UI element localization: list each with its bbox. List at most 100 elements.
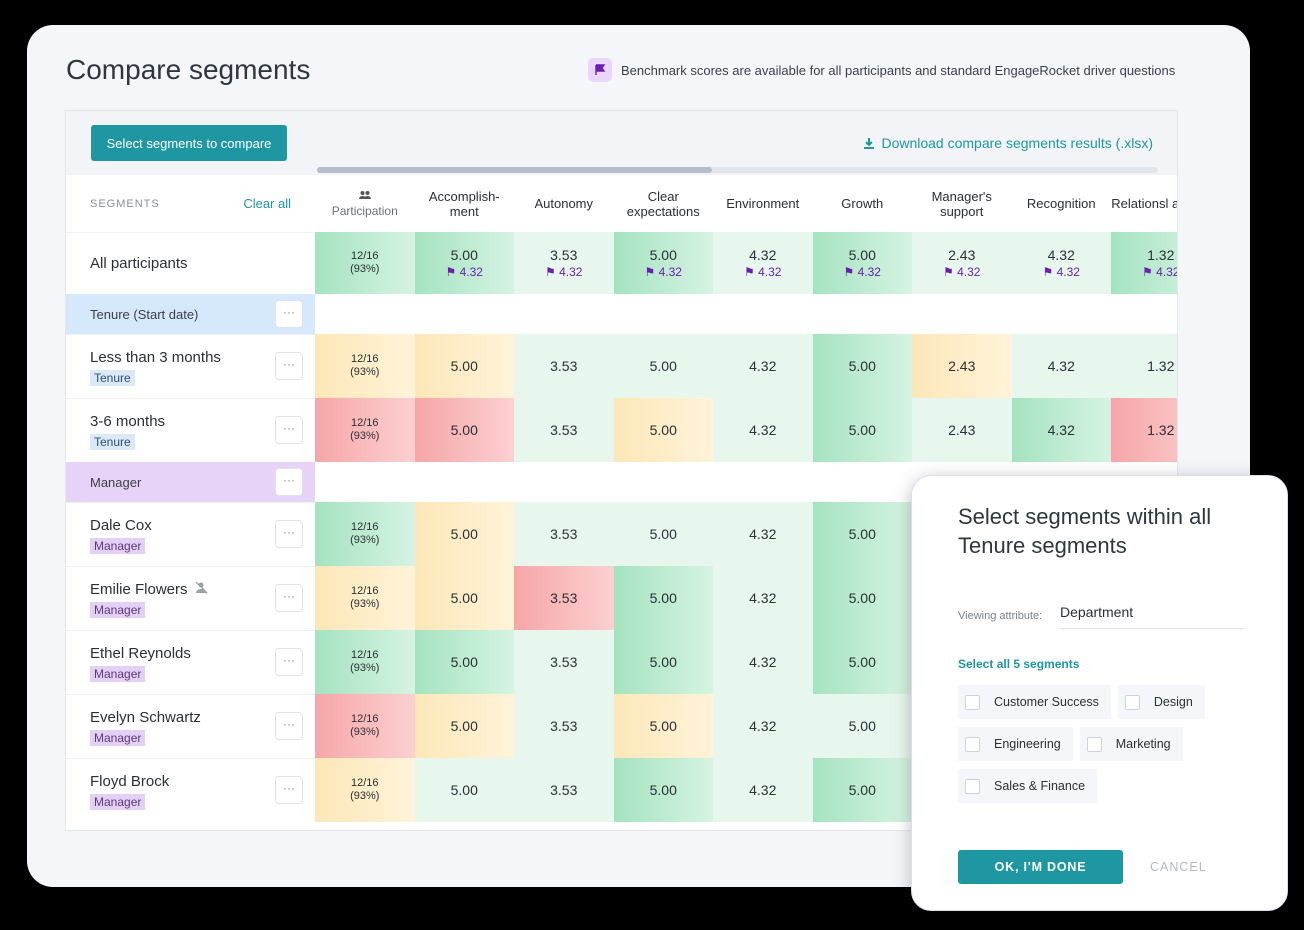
- column-header[interactable]: Participation: [315, 175, 415, 232]
- more-options-button[interactable]: ···: [275, 648, 303, 676]
- more-options-button[interactable]: ···: [275, 416, 303, 444]
- score-cell: 3.53: [514, 334, 614, 398]
- group-header-manager[interactable]: Manager ···: [66, 462, 315, 502]
- checkbox[interactable]: [965, 694, 980, 710]
- more-options-button[interactable]: ···: [275, 776, 303, 804]
- benchmark-value: 4.32: [559, 265, 583, 279]
- score-cell: 5.00: [812, 502, 912, 566]
- score-cell: 1.32: [1111, 398, 1177, 462]
- score-cell: 4.32: [713, 398, 813, 462]
- segments-label: SEGMENTS: [90, 197, 160, 210]
- score-cell: 5.00: [812, 398, 912, 462]
- score-cell: 5.00: [613, 694, 713, 758]
- score-cell: 1.32 ⚑ 4.32: [1111, 232, 1177, 294]
- select-segments-dialog: Select segments within all Tenure segmen…: [911, 475, 1288, 911]
- segments-list: SEGMENTS Clear all All participants Tenur…: [66, 175, 315, 830]
- more-options-button[interactable]: ···: [275, 584, 303, 612]
- score-value: 5.00: [450, 526, 478, 542]
- score-value: 4.32: [749, 247, 777, 263]
- segment-option[interactable]: Customer Success: [958, 685, 1111, 719]
- score-cell: 5.00: [812, 630, 912, 694]
- participation-count: 12/16: [350, 777, 379, 789]
- segment-option[interactable]: Marketing: [1079, 727, 1183, 761]
- segment-row[interactable]: Evelyn Schwartz Manager ···: [66, 694, 315, 758]
- more-options-button[interactable]: ···: [275, 712, 303, 740]
- column-header[interactable]: Environment: [713, 175, 813, 232]
- score-cell: 5.00: [812, 566, 912, 630]
- column-header[interactable]: Autonomy: [514, 175, 614, 232]
- score-value: 5.00: [848, 654, 876, 670]
- column-header[interactable]: Relationsl at worl: [1111, 175, 1177, 232]
- horizontal-scrollbar[interactable]: [317, 167, 1158, 173]
- score-value: 5.00: [848, 358, 876, 374]
- score-value: 5.00: [649, 422, 677, 438]
- segment-option[interactable]: Design: [1117, 685, 1205, 719]
- column-header[interactable]: Manager's support: [912, 175, 1012, 232]
- benchmark-note: Benchmark scores are available for all p…: [588, 58, 1175, 82]
- more-options-button[interactable]: ···: [275, 352, 303, 380]
- checkbox[interactable]: [965, 736, 980, 752]
- select-segments-button[interactable]: Select segments to compare: [91, 125, 287, 161]
- score-cell: 4.32: [713, 694, 813, 758]
- score-cell: 5.00: [414, 630, 514, 694]
- score-row: 12/16 (93%) 5.00 ⚑ 4.32 3.53 ⚑ 4.32 5.00 ⚑ 4.32…: [315, 232, 1177, 294]
- participation-count: 12/16: [350, 649, 379, 661]
- score-value: 4.32: [749, 590, 777, 606]
- group-header-tenure[interactable]: Tenure (Start date) ···: [66, 294, 315, 334]
- user-off-icon: [195, 581, 208, 598]
- segment-option-label: Customer Success: [994, 695, 1099, 709]
- segment-row[interactable]: All participants: [66, 232, 315, 294]
- segment-option[interactable]: Engineering: [958, 727, 1073, 761]
- score-cell: 4.32: [713, 630, 813, 694]
- segment-tag: Manager: [90, 666, 146, 682]
- segment-row[interactable]: Dale Cox Manager ···: [66, 502, 315, 566]
- segment-row[interactable]: Floyd Brock Manager ···: [66, 758, 315, 822]
- select-all-link[interactable]: Select all 5 segments: [958, 657, 1079, 671]
- download-results-link[interactable]: Download compare segments results (.xlsx…: [863, 135, 1153, 151]
- checkbox[interactable]: [1086, 736, 1102, 752]
- more-options-button[interactable]: ···: [275, 520, 303, 548]
- column-header[interactable]: Recognition: [1012, 175, 1112, 232]
- segment-option[interactable]: Sales & Finance: [958, 769, 1098, 803]
- column-header[interactable]: Accomplish-ment: [415, 175, 515, 232]
- scrollbar-thumb[interactable]: [317, 167, 713, 173]
- clear-all-link[interactable]: Clear all: [243, 196, 291, 211]
- viewing-attribute-select[interactable]: Department: [1060, 604, 1244, 629]
- checkbox[interactable]: [1124, 694, 1140, 710]
- column-header-label: Relationsl at worl: [1111, 196, 1177, 211]
- column-header-label: Environment: [726, 196, 800, 211]
- score-cell: 5.00: [613, 334, 713, 398]
- ok-done-button[interactable]: OK, I'M DONE: [958, 850, 1123, 884]
- score-value: 5.00: [649, 358, 677, 374]
- cancel-button[interactable]: CANCEL: [1150, 860, 1207, 874]
- segment-row[interactable]: Ethel Reynolds Manager ···: [66, 630, 315, 694]
- benchmark-score: ⚑ 4.32: [446, 265, 483, 279]
- score-cell: 5.00: [414, 502, 514, 566]
- score-cell: 2.43 ⚑ 4.32: [912, 232, 1012, 294]
- more-options-button[interactable]: ···: [275, 468, 303, 496]
- participation-count: 12/16: [350, 713, 379, 725]
- column-header[interactable]: Growth: [813, 175, 913, 232]
- participation-cell: 12/16 (93%): [315, 758, 415, 822]
- score-value: 3.53: [550, 526, 578, 542]
- column-header[interactable]: Clear expectations: [614, 175, 714, 232]
- benchmark-score: ⚑ 4.32: [1043, 265, 1080, 279]
- more-options-button[interactable]: ···: [275, 300, 303, 328]
- participation-percent: (93%): [350, 430, 380, 442]
- segment-row[interactable]: 3-6 months Tenure ···: [66, 398, 315, 462]
- score-value: 5.00: [848, 247, 876, 263]
- segment-row[interactable]: Less than 3 months Tenure ···: [66, 334, 315, 398]
- score-value: 3.53: [550, 590, 578, 606]
- score-value: 4.32: [1047, 422, 1075, 438]
- score-value: 5.00: [848, 718, 876, 734]
- download-label: Download compare segments results (.xlsx…: [881, 135, 1153, 151]
- benchmark-value: 4.32: [758, 265, 782, 279]
- column-header-label: Manager's support: [931, 188, 992, 219]
- score-value: 4.32: [749, 422, 777, 438]
- score-value: 4.32: [749, 718, 777, 734]
- segment-row[interactable]: Emilie Flowers Manager ···: [66, 566, 315, 630]
- segment-option-label: Design: [1153, 695, 1193, 709]
- column-header-label: Recognition: [1026, 196, 1096, 211]
- checkbox[interactable]: [965, 778, 980, 794]
